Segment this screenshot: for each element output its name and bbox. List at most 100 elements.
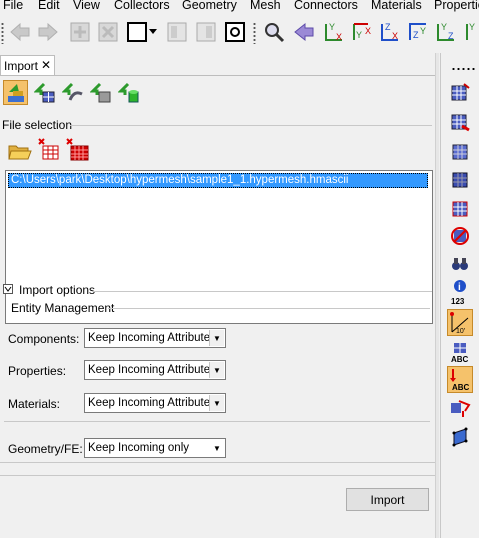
tab-divider (0, 75, 435, 76)
menu-connectors[interactable]: Connectors (294, 0, 358, 12)
svg-text:Y: Y (329, 22, 335, 32)
mesh-view-icon[interactable] (449, 81, 471, 103)
options-divider (4, 421, 430, 422)
button-area-divider (0, 475, 435, 476)
abc-annotate-text: ABC (452, 383, 470, 392)
panel-splitter[interactable] (436, 53, 439, 538)
right-toolbar: i 123 10' ABC ABC (440, 53, 479, 538)
components-select[interactable]: Keep Incoming Attributes ▼ (84, 328, 226, 348)
toolbar-grip[interactable] (1, 22, 4, 44)
materials-label: Materials: (8, 397, 61, 411)
menu-materials[interactable]: Materials (371, 0, 422, 12)
view-yx-axis-icon[interactable]: YX (350, 20, 374, 44)
geometry-fe-select[interactable]: Keep Incoming only ▼ (84, 438, 226, 458)
collapse-toggle-icon[interactable] (3, 284, 13, 294)
layout-left-icon[interactable] (165, 20, 189, 44)
main-toolbar: YX YX ZX ZY YZ Y (0, 15, 479, 49)
open-folder-icon[interactable] (8, 140, 32, 162)
svg-text:Z: Z (385, 22, 391, 32)
menu-bar: File Edit View Collectors Geometry Mesh … (0, 0, 479, 15)
properties-select[interactable]: Keep Incoming Attributes ▼ (84, 360, 226, 380)
plane-element-icon[interactable] (449, 425, 471, 447)
mesh-filter-icon[interactable] (449, 225, 471, 247)
svg-text:Z: Z (413, 30, 419, 40)
file-selection-title: File selection (2, 118, 73, 132)
materials-value: Keep Incoming Attributes (88, 397, 216, 409)
arrow-left-purple-icon[interactable] (292, 20, 316, 44)
mesh-edges-icon[interactable] (449, 198, 471, 220)
import-geometry-icon[interactable] (60, 80, 85, 105)
menu-properties[interactable]: Properties (434, 0, 479, 12)
svg-text:Y: Y (356, 30, 362, 40)
chevron-down-icon[interactable]: ▼ (209, 395, 224, 411)
remove-file-icon[interactable] (38, 138, 60, 162)
geometry-fe-label: Geometry/FE: (8, 442, 83, 456)
zoom-icon[interactable] (262, 20, 286, 44)
view-zx-axis-icon[interactable]: ZX (378, 20, 402, 44)
view-xy-axis-icon[interactable]: YX (322, 20, 346, 44)
view-iso-axis-icon[interactable]: Y (460, 20, 479, 44)
dropdown-arrow-icon[interactable] (148, 20, 158, 44)
import-fe-icon[interactable] (32, 80, 57, 105)
import-model-icon[interactable] (3, 80, 28, 105)
abc-annotate-icon[interactable]: ABC (447, 366, 473, 393)
components-label: Components: (8, 332, 80, 346)
info-icon[interactable]: i (449, 279, 471, 293)
svg-text:i: i (458, 282, 461, 293)
import-options-rule (92, 291, 432, 292)
delete-panel-icon[interactable] (96, 20, 120, 44)
mesh-shade-icon[interactable] (449, 111, 471, 133)
menu-view[interactable]: View (73, 0, 100, 12)
file-list-item[interactable]: C:\Users\park\Desktop\hypermesh\sample1_… (8, 173, 428, 188)
menu-mesh[interactable]: Mesh (250, 0, 281, 12)
tab-import[interactable]: Import ✕ (0, 55, 55, 76)
materials-select[interactable]: Keep Incoming Attributes ▼ (84, 393, 226, 413)
normals-icon[interactable] (449, 397, 471, 419)
chevron-down-icon[interactable]: ▼ (210, 440, 224, 456)
menu-geometry[interactable]: Geometry (182, 0, 237, 12)
add-panel-icon[interactable] (68, 20, 92, 44)
svg-text:X: X (336, 32, 342, 42)
svg-text:Y: Y (420, 26, 426, 36)
numbering-label[interactable]: 123 (451, 297, 464, 306)
toolbar-grip[interactable] (451, 67, 475, 71)
grid-small-icon[interactable] (449, 341, 471, 355)
geometry-fe-value: Keep Incoming only (88, 442, 190, 454)
tab-close-icon[interactable]: ✕ (41, 58, 51, 72)
chevron-down-icon[interactable]: ▼ (209, 362, 224, 378)
forward-arrow-icon[interactable] (36, 20, 60, 44)
view-yz-axis-icon[interactable]: YZ (434, 20, 458, 44)
import-options-title: Import options (19, 283, 96, 297)
properties-value: Keep Incoming Attributes (88, 364, 216, 376)
mesh-wire-icon[interactable] (449, 141, 471, 163)
window-frame-icon[interactable] (125, 20, 149, 44)
chevron-down-icon[interactable]: ▼ (209, 330, 224, 346)
entity-management-title: Entity Management (11, 301, 115, 315)
menu-edit[interactable]: Edit (38, 0, 60, 12)
tab-import-label: Import (4, 59, 39, 73)
menu-collectors[interactable]: Collectors (114, 0, 170, 12)
entity-management-rule (108, 308, 430, 309)
binoculars-icon[interactable] (449, 253, 471, 275)
toolbar-separator (253, 22, 256, 44)
svg-text:Y: Y (441, 22, 447, 32)
remove-all-files-icon[interactable] (66, 138, 90, 162)
menu-file[interactable]: File (3, 0, 23, 12)
file-selection-rule (70, 125, 432, 126)
layout-right-icon[interactable] (194, 20, 218, 44)
import-button[interactable]: Import (346, 488, 429, 511)
svg-text:X: X (365, 26, 371, 36)
import-solid-icon[interactable] (88, 80, 113, 105)
reset-view-icon[interactable] (223, 20, 247, 44)
abc-label[interactable]: ABC (451, 355, 468, 364)
svg-text:Y: Y (469, 22, 475, 32)
measure-dimension-icon[interactable]: 10' (447, 309, 473, 336)
svg-text:X: X (392, 31, 398, 41)
properties-label: Properties: (8, 364, 67, 378)
mesh-solid-icon[interactable] (449, 169, 471, 191)
dimension-value: 10' (456, 328, 465, 335)
back-arrow-icon[interactable] (8, 20, 32, 44)
view-zy-axis-icon[interactable]: ZY (406, 20, 430, 44)
import-cylinder-icon[interactable] (116, 80, 141, 105)
import-panel: Import ✕ File selection C:\Users\park\De… (0, 53, 436, 538)
